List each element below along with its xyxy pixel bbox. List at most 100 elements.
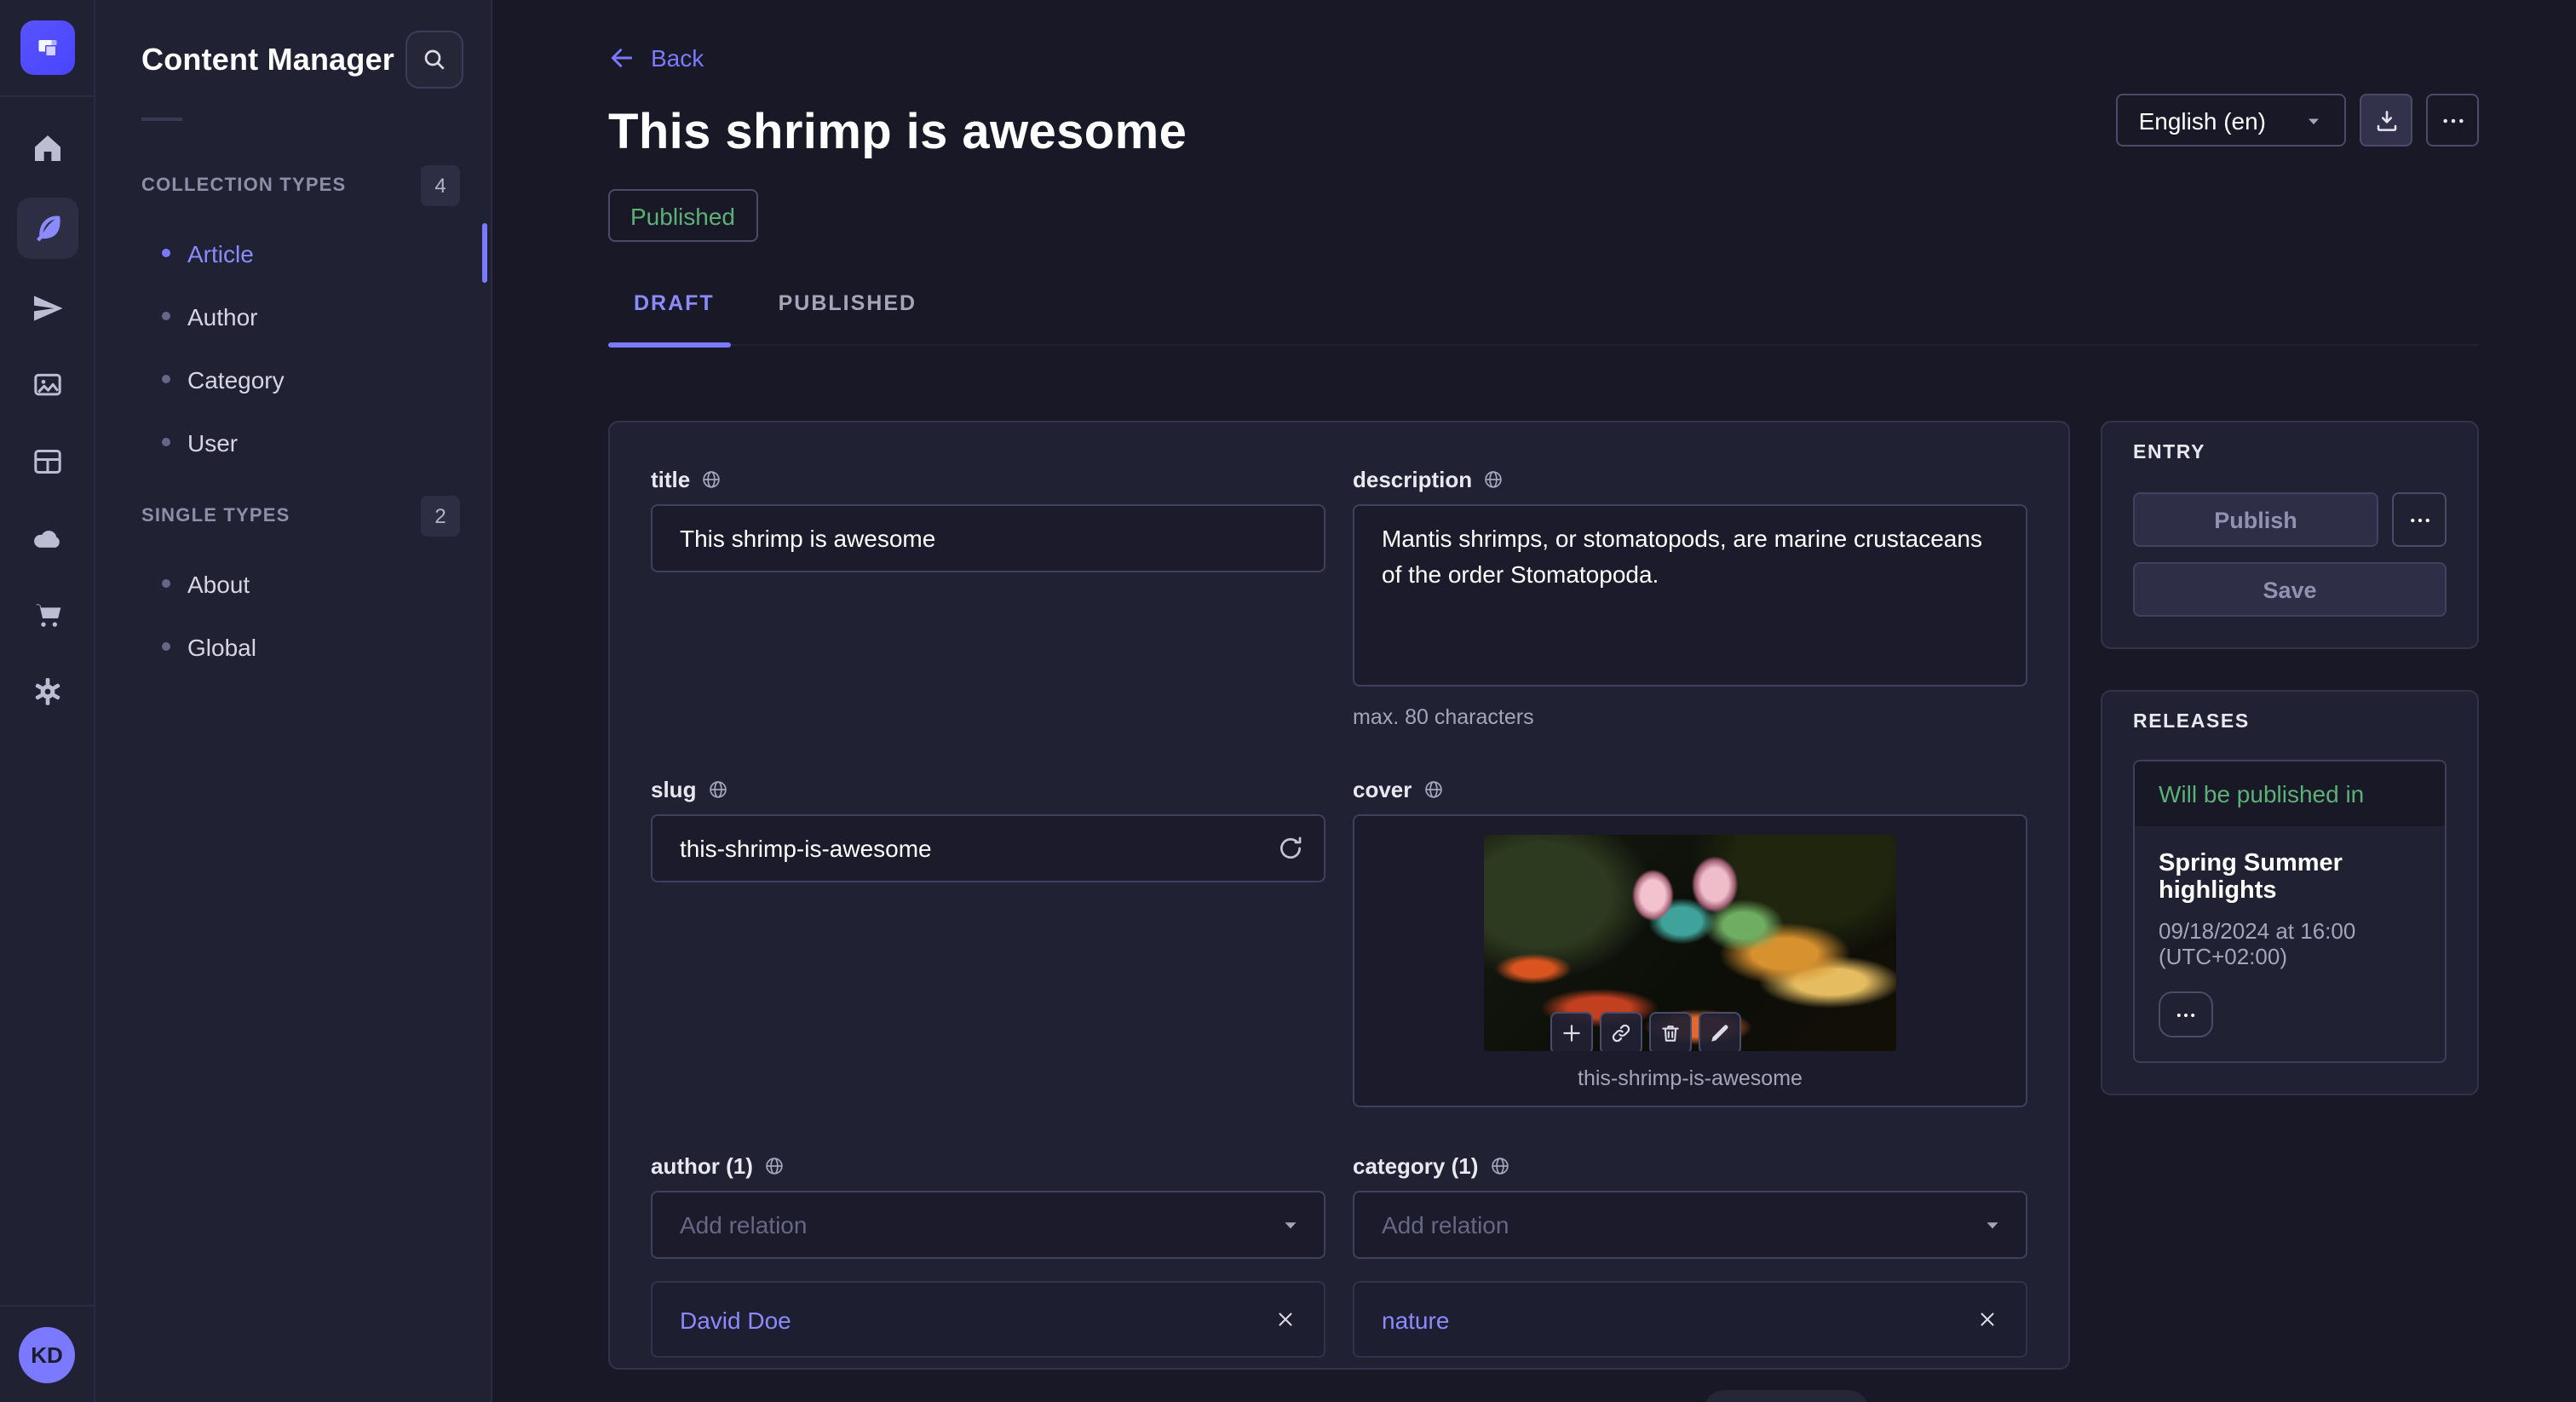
title-field-label-row: title bbox=[651, 467, 1325, 492]
export-button[interactable] bbox=[2360, 94, 2412, 147]
content-manager-sidebar: Content Manager COLLECTION TYPES 4 Artic… bbox=[95, 0, 492, 1402]
field-label: slug bbox=[651, 777, 696, 802]
tab-published[interactable]: PUBLISHED bbox=[753, 291, 942, 315]
page-header: Back This shrimp is awesome Published En… bbox=[492, 0, 2576, 242]
author-field: author (1) David Doe bbox=[651, 1153, 1325, 1358]
add-asset-button[interactable] bbox=[1550, 1012, 1593, 1051]
cover-field: cover bbox=[1353, 777, 2027, 1107]
sidebar-item-label: Article bbox=[187, 239, 254, 267]
version-tabs: DRAFT PUBLISHED bbox=[492, 288, 2576, 346]
rail-icon-list bbox=[0, 97, 94, 709]
media-library-icon[interactable] bbox=[30, 368, 64, 402]
category-field-label-row: category (1) bbox=[1353, 1153, 2027, 1179]
description-hint: max. 80 characters bbox=[1353, 705, 2027, 729]
sidebar-item-label: About bbox=[187, 570, 250, 597]
content-row: title description Mantis shrimps, or sto… bbox=[492, 346, 2576, 1370]
sidebar-item-about[interactable]: About bbox=[95, 552, 491, 615]
sidebar-divider bbox=[141, 118, 182, 121]
sidebar-item-category[interactable]: Category bbox=[95, 348, 491, 411]
sidebar-item-article[interactable]: Article bbox=[95, 221, 491, 284]
entry-more-button[interactable] bbox=[2392, 492, 2447, 547]
author-relation-input[interactable] bbox=[651, 1191, 1325, 1259]
slug-input[interactable] bbox=[651, 814, 1325, 882]
rail-footer: KD bbox=[0, 1305, 94, 1402]
tab-draft[interactable]: DRAFT bbox=[608, 291, 740, 315]
title-input[interactable] bbox=[651, 504, 1325, 572]
form-grid: title description Mantis shrimps, or sto… bbox=[651, 467, 2027, 1358]
cover-asset-card: this-shrimp-is-awesome bbox=[1353, 814, 2027, 1107]
single-types-head: SINGLE TYPES 2 bbox=[95, 496, 491, 537]
pencil-icon bbox=[1709, 1022, 1731, 1044]
side-column: ENTRY Publish Save RELEASES Will be publ… bbox=[2101, 421, 2479, 1095]
field-label: category (1) bbox=[1353, 1153, 1478, 1179]
active-tab-indicator bbox=[608, 342, 731, 348]
field-label: author (1) bbox=[651, 1153, 753, 1179]
remove-relation-icon[interactable] bbox=[1274, 1308, 1297, 1330]
relation-link[interactable]: nature bbox=[1382, 1306, 1449, 1333]
field-label: description bbox=[1353, 467, 1472, 492]
bullet-icon bbox=[162, 642, 170, 651]
description-field-label-row: description bbox=[1353, 467, 2027, 492]
regenerate-icon[interactable] bbox=[1276, 834, 1305, 863]
chevron-down-icon bbox=[2303, 110, 2324, 130]
category-relation-input[interactable] bbox=[1353, 1191, 2027, 1259]
description-field: description Mantis shrimps, or stomatopo… bbox=[1353, 467, 2027, 729]
sidebar-item-author[interactable]: Author bbox=[95, 284, 491, 348]
author-field-label-row: author (1) bbox=[651, 1153, 1325, 1179]
publish-button[interactable]: Publish bbox=[2133, 492, 2378, 547]
globe-icon bbox=[763, 1155, 785, 1177]
save-button[interactable]: Save bbox=[2133, 562, 2447, 617]
home-icon[interactable] bbox=[30, 131, 64, 165]
description-textarea[interactable]: Mantis shrimps, or stomatopods, are mari… bbox=[1353, 504, 2027, 687]
field-label: cover bbox=[1353, 777, 1412, 802]
remove-relation-icon[interactable] bbox=[1976, 1308, 1998, 1330]
ellipsis-icon bbox=[2174, 1003, 2198, 1026]
strapi-logo-icon[interactable] bbox=[20, 20, 74, 75]
bullet-icon bbox=[162, 579, 170, 588]
bullet-icon bbox=[162, 312, 170, 320]
globe-icon bbox=[1488, 1155, 1510, 1177]
search-button[interactable] bbox=[405, 31, 463, 89]
locale-select[interactable]: English (en) bbox=[2117, 94, 2346, 147]
slug-field: slug bbox=[651, 777, 1325, 1107]
releases-panel: RELEASES Will be published in Spring Sum… bbox=[2101, 690, 2479, 1095]
plus-icon bbox=[1561, 1022, 1583, 1044]
settings-gear-icon[interactable] bbox=[30, 675, 64, 709]
back-link[interactable]: Back bbox=[608, 44, 704, 72]
scroll-peek-element bbox=[1704, 1390, 1869, 1402]
cart-icon[interactable] bbox=[30, 598, 64, 632]
logo-container bbox=[0, 0, 94, 97]
layout-icon[interactable] bbox=[30, 445, 64, 479]
author-relation-combobox bbox=[651, 1191, 1325, 1259]
user-avatar[interactable]: KD bbox=[19, 1326, 75, 1382]
back-label: Back bbox=[651, 44, 704, 72]
cover-field-label-row: cover bbox=[1353, 777, 2027, 802]
category-relation-item: nature bbox=[1353, 1281, 2027, 1358]
search-icon bbox=[421, 46, 448, 73]
sidebar-item-label: User bbox=[187, 428, 238, 456]
more-options-button[interactable] bbox=[2426, 94, 2479, 147]
send-icon[interactable] bbox=[30, 291, 64, 325]
bullet-icon bbox=[162, 438, 170, 446]
single-types-section: SINGLE TYPES 2 About Global bbox=[95, 496, 491, 678]
content-manager-icon[interactable] bbox=[16, 198, 78, 259]
status-badge: Published bbox=[608, 189, 757, 242]
globe-icon bbox=[706, 779, 728, 801]
sidebar-item-user[interactable]: User bbox=[95, 411, 491, 474]
release-name[interactable]: Spring Summer highlights bbox=[2159, 850, 2421, 905]
download-icon bbox=[2372, 106, 2400, 134]
delete-asset-button[interactable] bbox=[1649, 1012, 1692, 1051]
sidebar-item-label: Author bbox=[187, 302, 258, 330]
bullet-icon bbox=[162, 249, 170, 257]
locale-label: English (en) bbox=[2139, 106, 2266, 134]
edit-asset-button[interactable] bbox=[1699, 1012, 1741, 1051]
copy-link-button[interactable] bbox=[1600, 1012, 1642, 1051]
release-more-button[interactable] bbox=[2159, 991, 2213, 1037]
cloud-icon[interactable] bbox=[30, 521, 64, 555]
sidebar-item-global[interactable]: Global bbox=[95, 615, 491, 678]
single-types-list: About Global bbox=[95, 552, 491, 678]
author-relation-item: David Doe bbox=[651, 1281, 1325, 1358]
single-types-count: 2 bbox=[421, 496, 460, 537]
relation-link[interactable]: David Doe bbox=[680, 1306, 791, 1333]
header-actions: English (en) bbox=[2117, 94, 2479, 147]
